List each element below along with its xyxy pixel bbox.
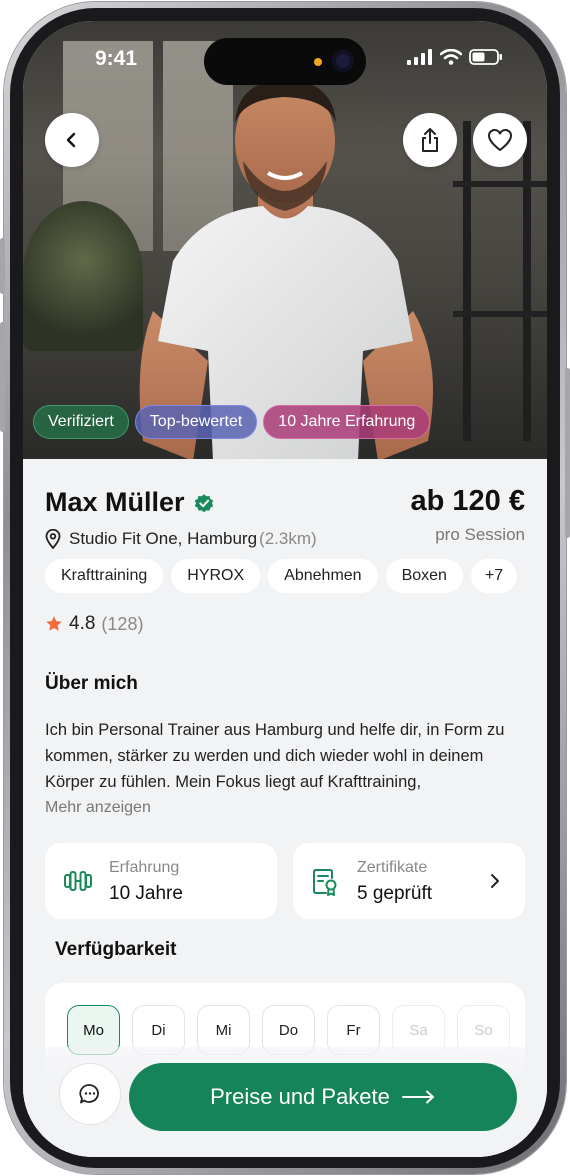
rating[interactable]: 4.8 (128) [45, 613, 143, 635]
about-text: Ich bin Personal Trainer aus Hamburg und… [45, 721, 505, 791]
experience-card: Erfahrung 10 Jahre [45, 843, 277, 919]
certificates-card[interactable]: Zertifikate 5 geprüft [293, 843, 525, 919]
screen: 9:41 Verifiziert Top-bewertet 10 Jahre E… [23, 21, 547, 1157]
rating-count: (128) [101, 613, 144, 634]
status-bar: 9:41 [23, 21, 547, 91]
heart-icon [488, 129, 512, 151]
gym-rack [523, 121, 531, 441]
trainer-photo [139, 79, 433, 459]
favorite-button[interactable] [473, 113, 527, 167]
certificate-icon [313, 869, 337, 896]
show-more-link[interactable]: Mehr anzeigen [45, 799, 151, 817]
chevron-right-icon [491, 874, 499, 888]
wifi-icon [440, 49, 462, 65]
price: ab 120 € [410, 485, 525, 517]
more-tags-chip[interactable]: +7 [470, 559, 518, 593]
certificates-label: Zertifikate [357, 859, 428, 876]
location-distance: (2.3km) [259, 529, 317, 548]
chat-bubble-icon [79, 1084, 99, 1104]
certificates-value: 5 geprüft [357, 883, 432, 904]
front-camera [332, 50, 354, 72]
trainer-name-row: Max Müller [45, 487, 215, 518]
tag-chip[interactable]: Boxen [385, 559, 463, 593]
volume-down-button [0, 322, 5, 432]
trainer-name: Max Müller [45, 487, 185, 517]
pricing-packages-button[interactable]: Preise und Pakete [129, 1063, 517, 1131]
tag-chip[interactable]: Abnehmen [268, 559, 378, 593]
privacy-indicator [314, 58, 322, 66]
experience-value: 10 Jahre [109, 883, 183, 904]
share-button[interactable] [403, 113, 457, 167]
availability-title: Verfügbarkeit [55, 939, 177, 960]
tag-chip[interactable]: HYROX [171, 559, 261, 593]
system-icons [407, 49, 503, 65]
cellular-signal-icon [407, 49, 432, 65]
volume-up-button [0, 238, 5, 294]
back-button[interactable] [45, 113, 99, 167]
specialty-tags: Krafttraining HYROX Abnehmen Boxen +7 [45, 559, 518, 593]
share-icon [422, 128, 438, 152]
badge-experience: 10 Jahre Erfahrung [263, 405, 431, 439]
tag-chip[interactable]: Krafttraining [45, 559, 164, 593]
verified-check-icon [194, 493, 213, 512]
rating-value: 4.8 [69, 613, 96, 634]
star-icon [46, 616, 62, 631]
about-title: Über mich [45, 673, 138, 694]
rack-bar [453, 311, 547, 317]
location: Studio Fit One, Hamburg (2.3km) [45, 529, 317, 549]
status-time: 9:41 [95, 47, 138, 70]
badge-verified: Verifiziert [33, 405, 129, 439]
price-unit: pro Session [435, 525, 525, 544]
chat-button[interactable] [59, 1063, 121, 1125]
cta-label: Preise und Pakete [210, 1084, 390, 1109]
location-pin-icon [45, 529, 61, 549]
chevron-left-icon [66, 132, 76, 148]
bottom-action-bar: Preise und Pakete [23, 1047, 547, 1157]
dynamic-island [204, 38, 366, 85]
experience-label: Erfahrung [109, 859, 180, 876]
battery-icon [469, 49, 502, 65]
power-button [565, 368, 570, 538]
dumbbell-icon [64, 871, 92, 891]
hero-badges: Verifiziert Top-bewertet 10 Jahre Erfahr… [33, 405, 431, 439]
gym-rack [463, 121, 471, 441]
rack-bar [453, 181, 547, 187]
arrow-right-icon [401, 1090, 434, 1104]
badge-top-rated: Top-bewertet [134, 405, 258, 439]
location-name: Studio Fit One, Hamburg [69, 529, 258, 548]
